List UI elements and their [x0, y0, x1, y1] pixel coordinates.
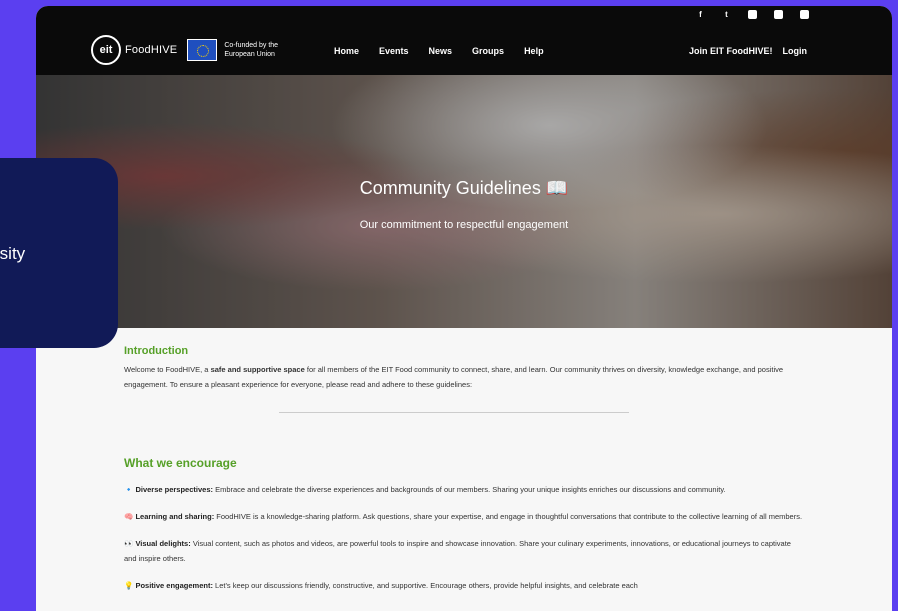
section-divider — [279, 412, 629, 413]
hero-banner: Community Guidelines 📖 Our commitment to… — [36, 75, 892, 328]
intro-paragraph: Welcome to FoodHIVE, a safe and supporti… — [124, 365, 784, 389]
list-item: 💡 Positive engagement: Let's keep our di… — [124, 581, 638, 590]
nav-groups[interactable]: Groups — [472, 46, 504, 56]
top-navbar: f t eit FoodHIVE Co-funded by the Europe… — [36, 6, 892, 75]
logo-area[interactable]: eit FoodHIVE Co-funded by the European U… — [91, 35, 294, 65]
youtube-icon[interactable] — [800, 10, 809, 19]
facebook-icon[interactable]: f — [696, 10, 705, 19]
brand-name: FoodHIVE — [125, 44, 178, 56]
list-item: 👀 Visual delights: Visual content, such … — [124, 539, 791, 563]
nav-help[interactable]: Help — [524, 46, 544, 56]
intro-heading: Introduction — [124, 345, 189, 357]
account-links: Join EIT FoodHIVE! Login — [689, 46, 807, 56]
overlay-text: rsity — [0, 244, 26, 263]
eyes-icon: 👀 — [124, 539, 134, 548]
browser-page: f t eit FoodHIVE Co-funded by the Europe… — [36, 6, 892, 611]
diamond-icon: 🔹 — [124, 485, 134, 494]
social-links: f t — [696, 10, 809, 19]
hero-subtitle: Our commitment to respectful engagement — [359, 219, 569, 231]
list-item: 🧠 Learning and sharing: FoodHIVE is a kn… — [124, 512, 803, 521]
eu-cofunded-text: Co-funded by the European Union — [224, 42, 279, 58]
brain-icon: 🧠 — [124, 512, 134, 521]
guidelines-content: Introduction Welcome to FoodHIVE, a safe… — [124, 345, 804, 593]
login-link[interactable]: Login — [783, 46, 808, 56]
linkedin-icon[interactable] — [774, 10, 783, 19]
nav-news[interactable]: News — [429, 46, 453, 56]
hero-title: Community Guidelines 📖 — [359, 178, 569, 198]
main-menu: Home Events News Groups Help — [334, 46, 544, 56]
lightbulb-icon: 💡 — [124, 581, 134, 590]
twitter-icon[interactable]: t — [722, 10, 731, 19]
nav-home[interactable]: Home — [334, 46, 359, 56]
list-item: 🔹 Diverse perspectives: Embrace and cele… — [124, 485, 726, 494]
eit-logo-icon: eit — [91, 35, 121, 65]
join-link[interactable]: Join EIT FoodHIVE! — [689, 46, 773, 56]
eu-flag-icon — [187, 39, 218, 61]
nav-events[interactable]: Events — [379, 46, 409, 56]
overlay-card: rsity — [0, 158, 118, 348]
encourage-heading: What we encourage — [124, 456, 237, 470]
instagram-icon[interactable] — [748, 10, 757, 19]
